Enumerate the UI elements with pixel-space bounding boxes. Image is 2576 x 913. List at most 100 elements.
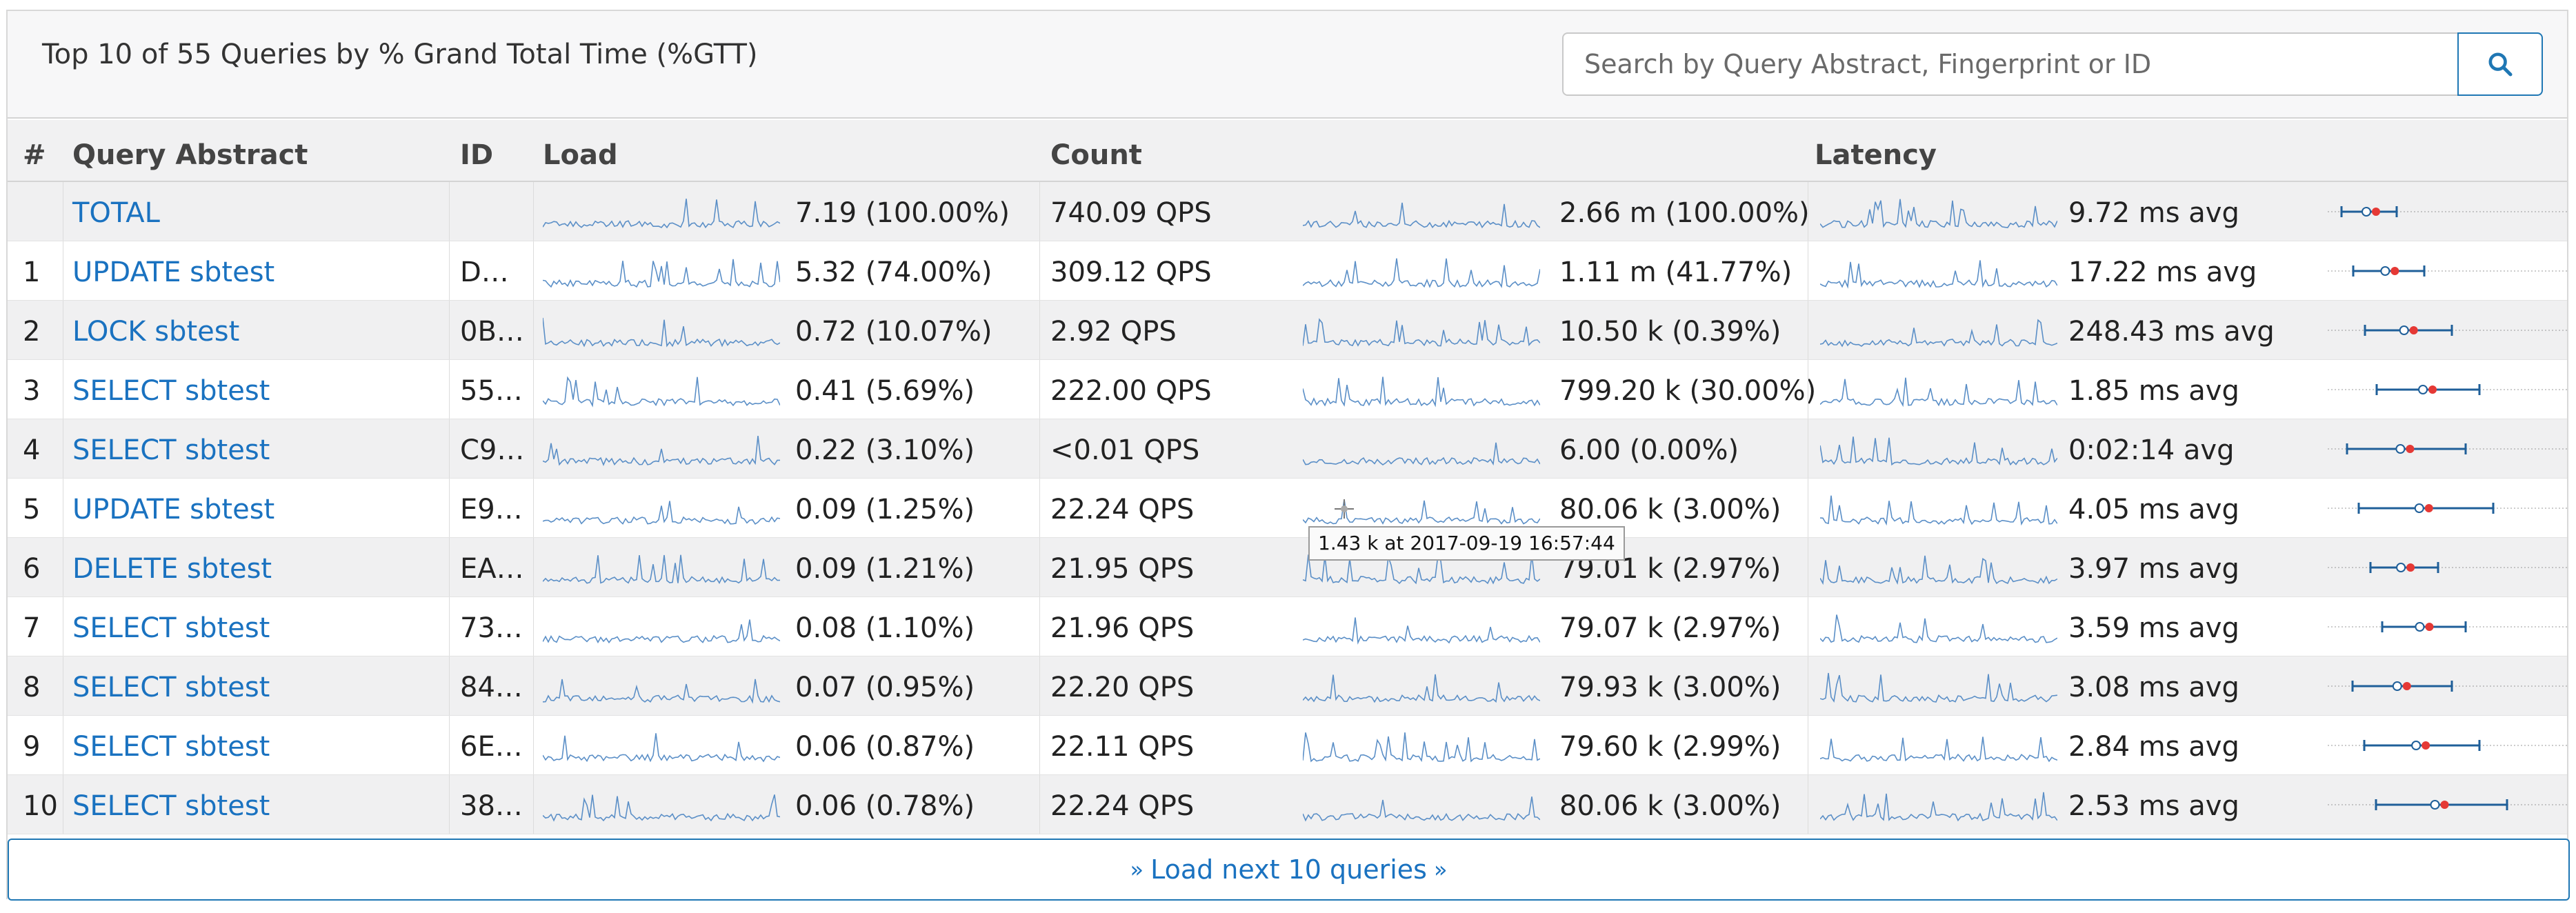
count-sparkline[interactable]	[1303, 426, 1540, 472]
latency-range-bar	[2328, 562, 2569, 573]
column-divider	[449, 716, 450, 774]
load-next-queries-button[interactable]: » Load next 10 queries »	[8, 839, 2570, 901]
table-row[interactable]: 8 SELECT sbtest 84… 0.07 (0.95%) 22.20 QPS 79…	[8, 656, 2569, 716]
table-row-total[interactable]: TOTAL 7.19 (100.00%) 740.09 QPS 2.66 m (100…	[8, 182, 2569, 241]
count-sparkline[interactable]	[1303, 604, 1540, 650]
table-row[interactable]: 10 SELECT sbtest 38… 0.06 (0.78%) 22.24 QPS 8…	[8, 775, 2569, 834]
table-row[interactable]: 5 UPDATE sbtest E9… 0.09 (1.25%) 22.24 QPS 80…	[8, 479, 2569, 538]
query-abstract-link[interactable]: LOCK sbtest	[72, 316, 239, 348]
table-row[interactable]: 9 SELECT sbtest 6E… 0.06 (0.87%) 22.11 QPS 79…	[8, 716, 2569, 775]
query-abstract-link[interactable]: DELETE sbtest	[72, 553, 272, 585]
column-divider	[1039, 479, 1040, 537]
qps-value: 222.00 QPS	[1050, 375, 1212, 407]
load-sparkline[interactable]	[543, 308, 780, 353]
load-sparkline[interactable]	[543, 782, 780, 827]
qps-value: <0.01 QPS	[1050, 434, 1200, 466]
latency-sparkline[interactable]	[1820, 485, 2057, 531]
query-abstract-link[interactable]: UPDATE sbtest	[72, 257, 274, 288]
load-sparkline[interactable]	[543, 248, 780, 294]
latency-sparkline[interactable]	[1820, 367, 2057, 412]
column-divider	[1039, 182, 1040, 241]
search-button[interactable]	[2457, 32, 2543, 96]
load-sparkline[interactable]	[543, 545, 780, 590]
load-sparkline[interactable]	[543, 426, 780, 472]
load-value: 0.08 (1.10%)	[795, 612, 975, 644]
load-sparkline[interactable]	[543, 723, 780, 768]
search-icon	[2488, 52, 2513, 77]
row-number: 10	[23, 790, 58, 822]
latency-sparkline[interactable]	[1820, 426, 2057, 472]
table-row[interactable]: 1 UPDATE sbtest D… 5.32 (74.00%) 309.12 QPS 1…	[8, 241, 2569, 301]
crosshair-cursor-icon	[1335, 499, 1354, 519]
count-sparkline[interactable]	[1303, 189, 1540, 234]
load-sparkline[interactable]	[543, 367, 780, 412]
load-sparkline[interactable]	[543, 604, 780, 650]
latency-value: 0:02:14 avg	[2068, 434, 2235, 466]
column-header-count[interactable]: Count	[1050, 139, 1142, 171]
load-sparkline[interactable]	[543, 663, 780, 709]
load-value: 0.09 (1.21%)	[795, 553, 975, 585]
column-header-query-abstract[interactable]: Query Abstract	[72, 139, 308, 171]
column-divider	[449, 241, 450, 300]
table-row[interactable]: 3 SELECT sbtest 55… 0.41 (5.69%) 222.00 QPS 7…	[8, 360, 2569, 419]
latency-range-bar	[2328, 681, 2569, 692]
count-value: 799.20 k (30.00%)	[1559, 375, 1817, 407]
query-abstract-link[interactable]: SELECT sbtest	[72, 672, 270, 703]
count-sparkline[interactable]	[1303, 663, 1540, 709]
column-divider	[533, 775, 534, 834]
qps-value: 22.24 QPS	[1050, 790, 1195, 822]
query-abstract-link[interactable]: SELECT sbtest	[72, 790, 270, 822]
latency-sparkline[interactable]	[1820, 723, 2057, 768]
query-abstract-link[interactable]: TOTAL	[72, 197, 160, 229]
load-value: 0.06 (0.87%)	[795, 731, 975, 763]
latency-value: 9.72 ms avg	[2068, 197, 2239, 229]
column-divider	[1039, 360, 1040, 419]
query-abstract-link[interactable]: SELECT sbtest	[72, 731, 270, 763]
search-box	[1562, 32, 2543, 96]
query-abstract-link[interactable]: SELECT sbtest	[72, 375, 270, 407]
count-sparkline[interactable]	[1303, 308, 1540, 353]
row-number: 2	[23, 316, 41, 348]
query-abstract-link[interactable]: SELECT sbtest	[72, 434, 270, 466]
latency-sparkline[interactable]	[1820, 189, 2057, 234]
query-id: 0B…	[460, 316, 524, 348]
load-sparkline[interactable]	[543, 189, 780, 234]
qps-value: 22.24 QPS	[1050, 494, 1195, 525]
latency-sparkline[interactable]	[1820, 782, 2057, 827]
load-value: 7.19 (100.00%)	[795, 197, 1010, 229]
query-abstract-link[interactable]: UPDATE sbtest	[72, 494, 274, 525]
column-header-latency[interactable]: Latency	[1815, 139, 1937, 171]
count-sparkline[interactable]	[1303, 782, 1540, 827]
count-value: 79.60 k (2.99%)	[1559, 731, 1781, 763]
column-header-id[interactable]: ID	[460, 139, 493, 171]
latency-sparkline[interactable]	[1820, 663, 2057, 709]
column-divider	[533, 538, 534, 596]
qps-value: 22.11 QPS	[1050, 731, 1195, 763]
query-abstract-link[interactable]: SELECT sbtest	[72, 612, 270, 644]
column-divider	[449, 360, 450, 419]
column-divider	[449, 597, 450, 656]
column-divider	[449, 656, 450, 715]
query-id: E9…	[460, 494, 523, 525]
count-value: 10.50 k (0.39%)	[1559, 316, 1781, 348]
search-input[interactable]	[1564, 34, 2455, 94]
column-divider	[1039, 656, 1040, 715]
load-sparkline[interactable]	[543, 485, 780, 531]
latency-sparkline[interactable]	[1820, 545, 2057, 590]
count-sparkline[interactable]	[1303, 248, 1540, 294]
column-divider	[449, 419, 450, 478]
table-row[interactable]: 7 SELECT sbtest 73… 0.08 (1.10%) 21.96 QPS 79…	[8, 597, 2569, 656]
table-row[interactable]: 6 DELETE sbtest EA… 0.09 (1.21%) 21.95 QPS 79…	[8, 538, 2569, 597]
latency-sparkline[interactable]	[1820, 248, 2057, 294]
table-row[interactable]: 2 LOCK sbtest 0B… 0.72 (10.07%) 2.92 QPS 10.5…	[8, 301, 2569, 360]
panel-header: Top 10 of 55 Queries by % Grand Total Ti…	[8, 11, 2567, 119]
latency-sparkline[interactable]	[1820, 308, 2057, 353]
row-number: 4	[23, 434, 41, 466]
count-sparkline[interactable]	[1303, 723, 1540, 768]
column-header-load[interactable]: Load	[543, 139, 618, 171]
latency-sparkline[interactable]	[1820, 604, 2057, 650]
column-divider	[1039, 775, 1040, 834]
count-sparkline[interactable]	[1303, 367, 1540, 412]
qps-value: 309.12 QPS	[1050, 257, 1212, 288]
table-row[interactable]: 4 SELECT sbtest C9… 0.22 (3.10%) <0.01 QPS 6.…	[8, 419, 2569, 479]
